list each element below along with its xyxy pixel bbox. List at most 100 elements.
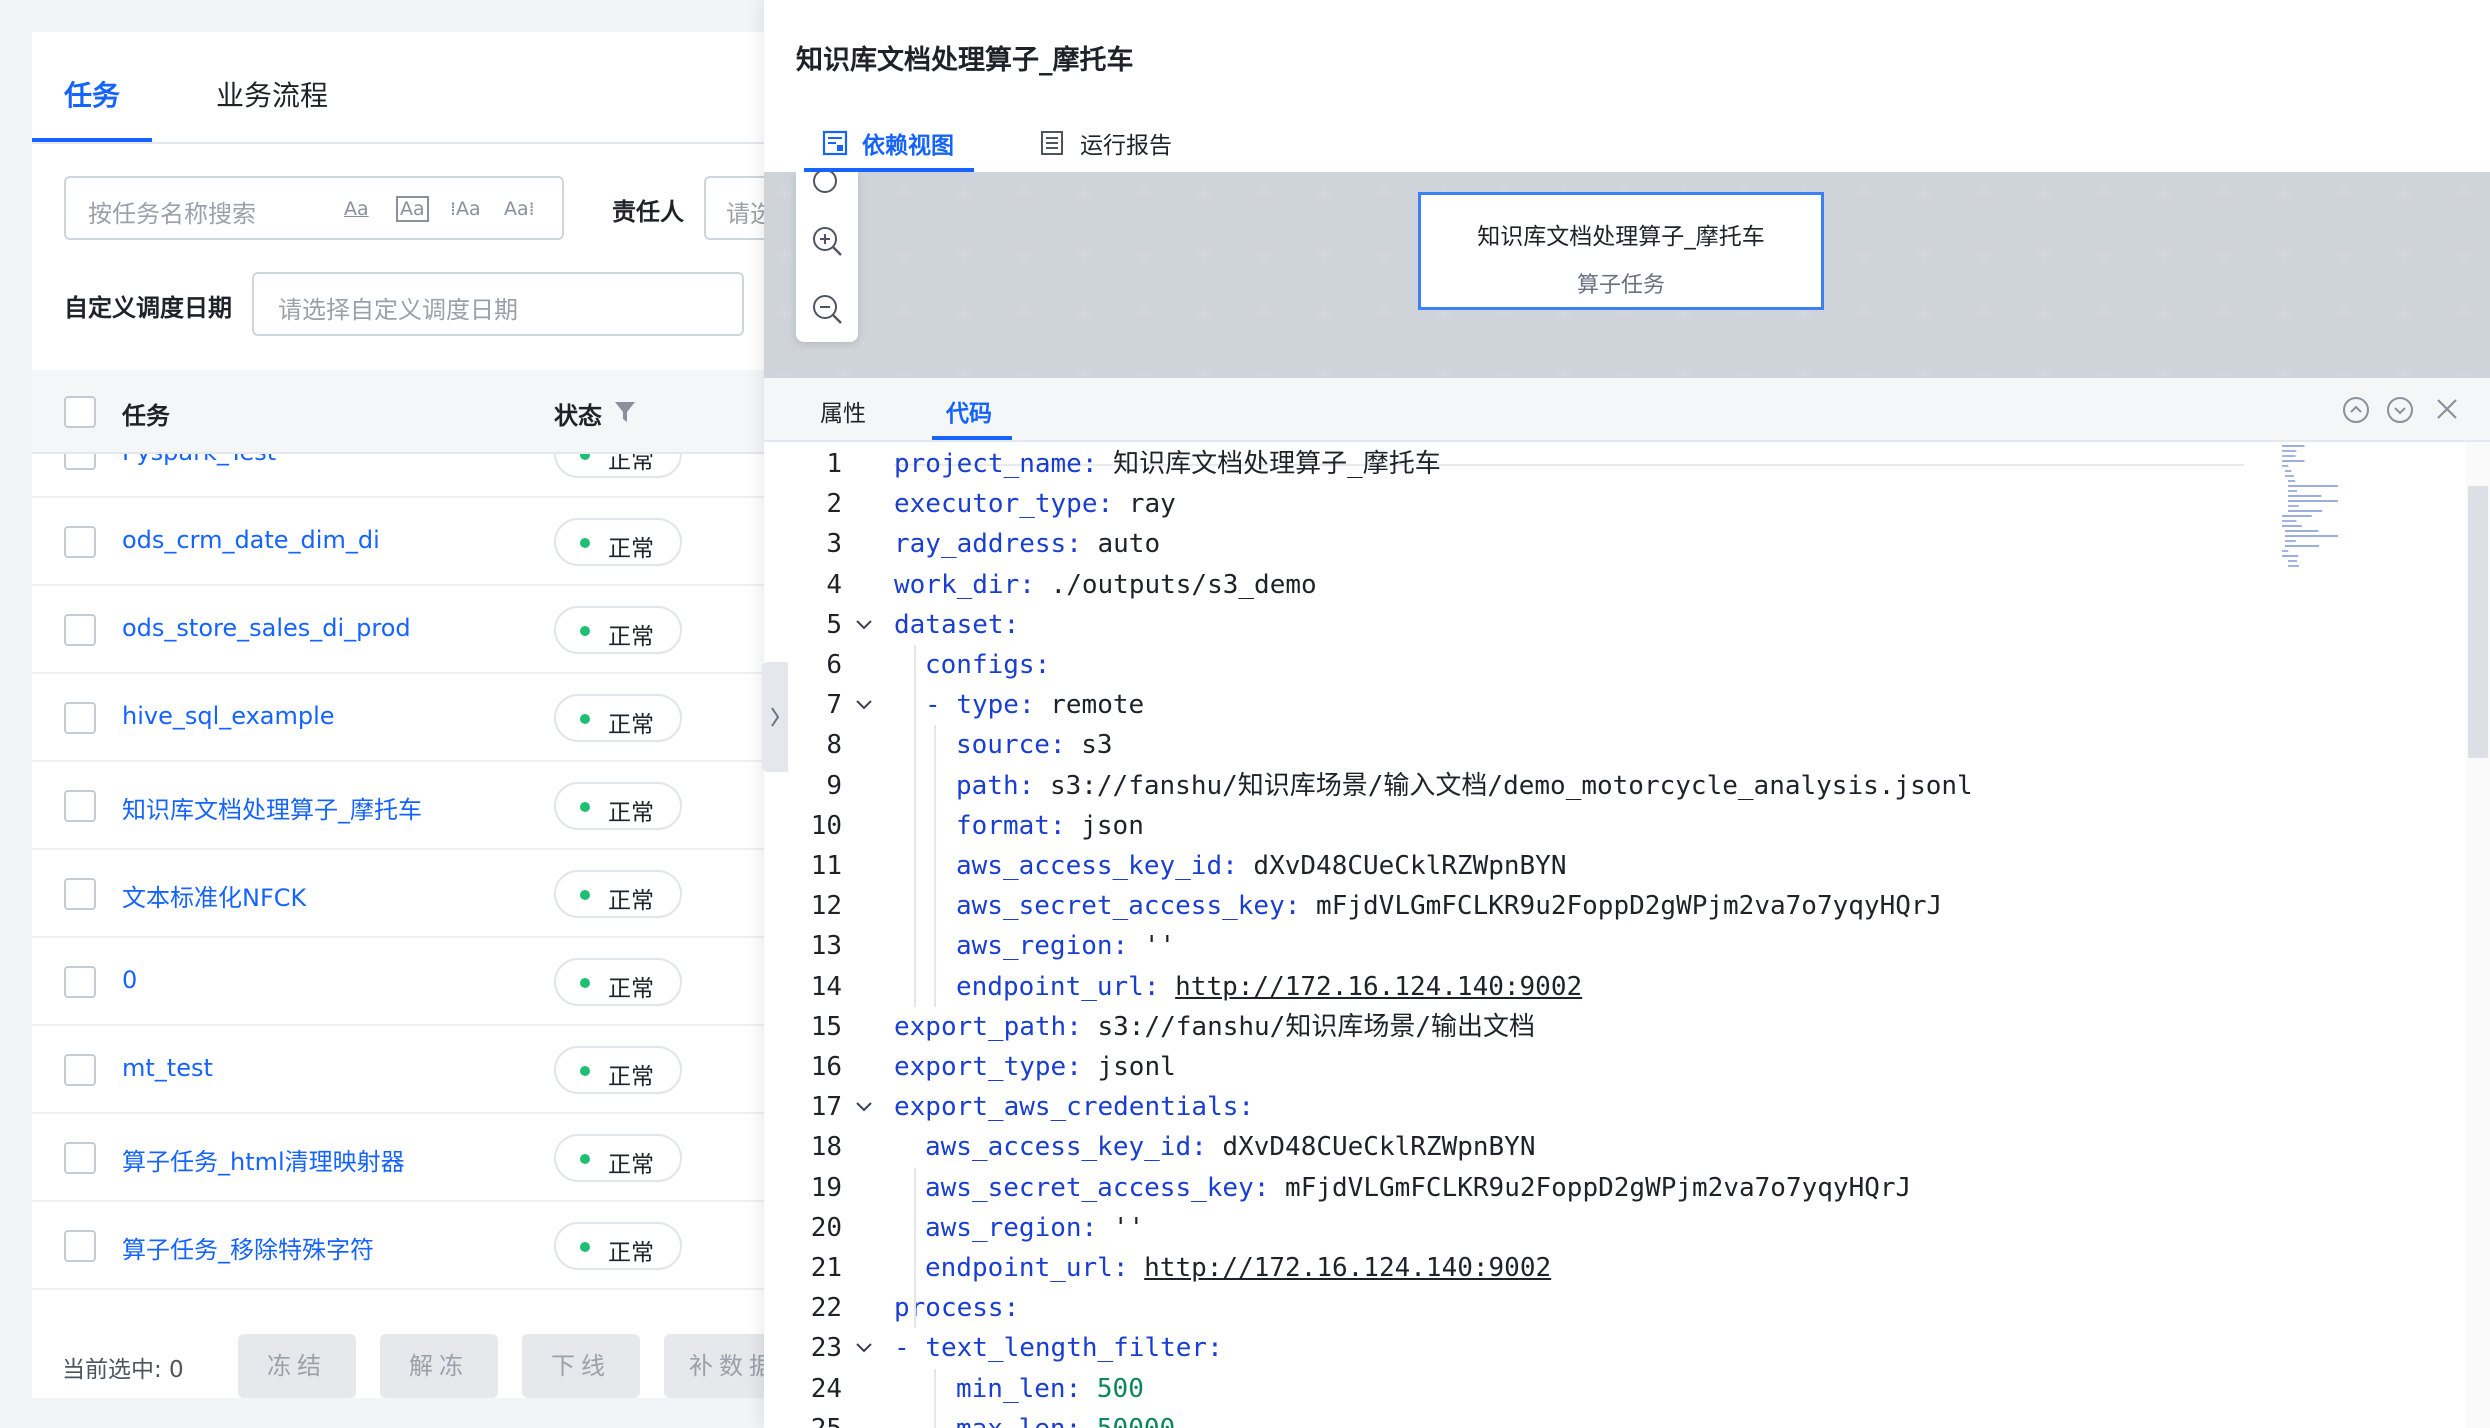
- row-checkbox[interactable]: [64, 702, 96, 734]
- row-checkbox[interactable]: [64, 878, 96, 910]
- yaml-key: format: [956, 810, 1050, 841]
- code-minimap[interactable]: [2280, 442, 2340, 642]
- table-row[interactable]: ods_crm_date_dim_di 正常: [32, 498, 772, 586]
- yaml-key: export_type: [894, 1052, 1067, 1082]
- status-badge: 正常: [554, 958, 682, 1006]
- yaml-key: aws_region: [956, 931, 1113, 962]
- row-checkbox[interactable]: [64, 966, 96, 998]
- offline-button[interactable]: 下线: [522, 1334, 640, 1398]
- column-header-task: 任务: [122, 402, 170, 430]
- status-dot: [580, 538, 590, 548]
- row-checkbox[interactable]: [64, 1054, 96, 1086]
- yaml-value: dXvD48CUeCklRZWpnBYN: [1253, 851, 1567, 881]
- line-number: 24: [810, 1373, 842, 1404]
- status-badge: 正常: [554, 1222, 682, 1270]
- yaml-value[interactable]: http://172.16.124.140:9002: [1144, 1253, 1551, 1283]
- yaml-colon: :: [1207, 1333, 1223, 1364]
- tab-properties[interactable]: 属性: [820, 394, 866, 428]
- tab-run-report[interactable]: 运行报告: [1080, 126, 1172, 160]
- table-row[interactable]: 算子任务_移除特殊字符 正常: [32, 1202, 772, 1290]
- match-prefix-icon[interactable]: ⁞Aa: [450, 198, 481, 220]
- table-row[interactable]: 算子任务_html清理映射器 正常: [32, 1114, 772, 1202]
- row-checkbox[interactable]: [64, 790, 96, 822]
- freeze-button[interactable]: 冻结: [238, 1334, 356, 1398]
- zoom-in-icon[interactable]: [810, 224, 844, 258]
- match-case-icon[interactable]: Aa: [344, 198, 369, 220]
- status-text: 正常: [608, 976, 654, 1002]
- unfreeze-button[interactable]: 解冻: [380, 1334, 498, 1398]
- match-word-icon[interactable]: Aa: [396, 196, 429, 222]
- close-icon[interactable]: [2434, 396, 2460, 422]
- custom-date-picker[interactable]: 请选择自定义调度日期: [252, 272, 744, 336]
- line-number: 11: [810, 851, 842, 881]
- zoom-out-icon[interactable]: [810, 292, 844, 326]
- drawer-collapse-handle[interactable]: [762, 662, 788, 772]
- status-text: 正常: [608, 888, 654, 914]
- indent-guide: [934, 1368, 936, 1428]
- yaml-key: source: [956, 730, 1050, 761]
- row-checkbox[interactable]: [64, 614, 96, 646]
- task-name-link[interactable]: hive_sql_example: [122, 702, 335, 730]
- expand-down-icon[interactable]: [2386, 396, 2414, 424]
- collapse-up-icon[interactable]: [2342, 396, 2370, 424]
- line-number: 13: [810, 931, 842, 962]
- code-line: 23 - text_length_filter:: [764, 1328, 2264, 1368]
- tab-code[interactable]: 代码: [946, 394, 992, 428]
- code-line: 11 aws_access_key_id: dXvD48CUeCklRZWpnBY…: [764, 846, 2264, 886]
- code-line: 18 aws_access_key_id: dXvD48CUeCklRZWpnBY…: [764, 1127, 2264, 1167]
- table-row[interactable]: ods_store_sales_di_prod 正常: [32, 586, 772, 674]
- task-name-link[interactable]: 算子任务_移除特殊字符: [122, 1230, 374, 1265]
- task-search-input[interactable]: 按任务名称搜索 Aa Aa ⁞Aa Aa⁞: [64, 176, 564, 240]
- editor-scrollbar-thumb[interactable]: [2468, 486, 2488, 758]
- task-name-link[interactable]: Pyspark_Test: [122, 454, 276, 466]
- row-checkbox[interactable]: [64, 1142, 96, 1174]
- code-line: 1 project_name: 知识库文档处理算子_摩托车: [764, 444, 2264, 484]
- task-name-link[interactable]: ods_store_sales_di_prod: [122, 614, 411, 642]
- list-dash: -: [925, 690, 957, 721]
- status-text: 正常: [608, 624, 654, 650]
- select-all-checkbox[interactable]: [64, 396, 96, 428]
- status-badge: 正常: [554, 782, 682, 830]
- custom-date-label: 自定义调度日期: [64, 294, 232, 322]
- dependency-node[interactable]: 知识库文档处理算子_摩托车 算子任务: [1418, 192, 1824, 310]
- filter-icon[interactable]: [614, 400, 636, 424]
- yaml-key: aws_region: [925, 1212, 1082, 1243]
- line-number: 18: [810, 1132, 842, 1163]
- dependency-canvas[interactable]: 知识库文档处理算子_摩托车 算子任务: [764, 172, 2490, 378]
- code-line: 2 executor_type: ray: [764, 484, 2264, 524]
- fit-view-icon[interactable]: [810, 172, 844, 200]
- row-checkbox[interactable]: [64, 1230, 96, 1262]
- table-row[interactable]: 知识库文档处理算子_摩托车 正常: [32, 762, 772, 850]
- code-line: 3 ray_address: auto: [764, 524, 2264, 564]
- task-name-link[interactable]: mt_test: [122, 1054, 213, 1082]
- status-dot: [580, 1154, 590, 1164]
- backfill-button[interactable]: 补数据: [664, 1334, 772, 1398]
- task-name-link[interactable]: 0: [122, 966, 137, 994]
- task-name-link[interactable]: 算子任务_html清理映射器: [122, 1142, 405, 1177]
- table-row[interactable]: mt_test 正常: [32, 1026, 772, 1114]
- owner-select[interactable]: 请选: [704, 176, 772, 240]
- tab-business-flow[interactable]: 业务流程: [216, 74, 328, 114]
- task-table-body: Pyspark_Test正常ods_crm_date_dim_di正常ods_s…: [32, 454, 772, 1334]
- code-line: 5 dataset:: [764, 605, 2264, 645]
- yaml-colon: :: [1018, 690, 1035, 721]
- tab-task[interactable]: 任务: [64, 74, 120, 114]
- row-checkbox[interactable]: [64, 454, 96, 470]
- indent-guide: [914, 645, 916, 1007]
- task-name-link[interactable]: ods_crm_date_dim_di: [122, 526, 380, 554]
- code-editor[interactable]: 1 project_name: 知识库文档处理算子_摩托车 2 executor_ty…: [764, 442, 2490, 1428]
- table-row[interactable]: hive_sql_example 正常: [32, 674, 772, 762]
- task-name-link[interactable]: 知识库文档处理算子_摩托车: [122, 790, 422, 825]
- match-suffix-icon[interactable]: Aa⁞: [504, 198, 535, 220]
- tab-dependency-view[interactable]: 依赖视图: [862, 126, 954, 160]
- row-checkbox[interactable]: [64, 526, 96, 558]
- task-name-link[interactable]: 文本标准化NFCK: [122, 878, 306, 913]
- yaml-colon: :: [1018, 770, 1035, 801]
- table-row[interactable]: 文本标准化NFCK 正常: [32, 850, 772, 938]
- yaml-value[interactable]: http://172.16.124.140:9002: [1175, 972, 1582, 1002]
- table-row[interactable]: Pyspark_Test 正常: [32, 454, 772, 498]
- table-row[interactable]: 0 正常: [32, 938, 772, 1026]
- yaml-colon: :: [1066, 1011, 1082, 1042]
- code-line: 9 path: s3://fanshu/知识库场景/输入文档/demo_motor…: [764, 766, 2264, 806]
- line-number: 5: [826, 609, 842, 640]
